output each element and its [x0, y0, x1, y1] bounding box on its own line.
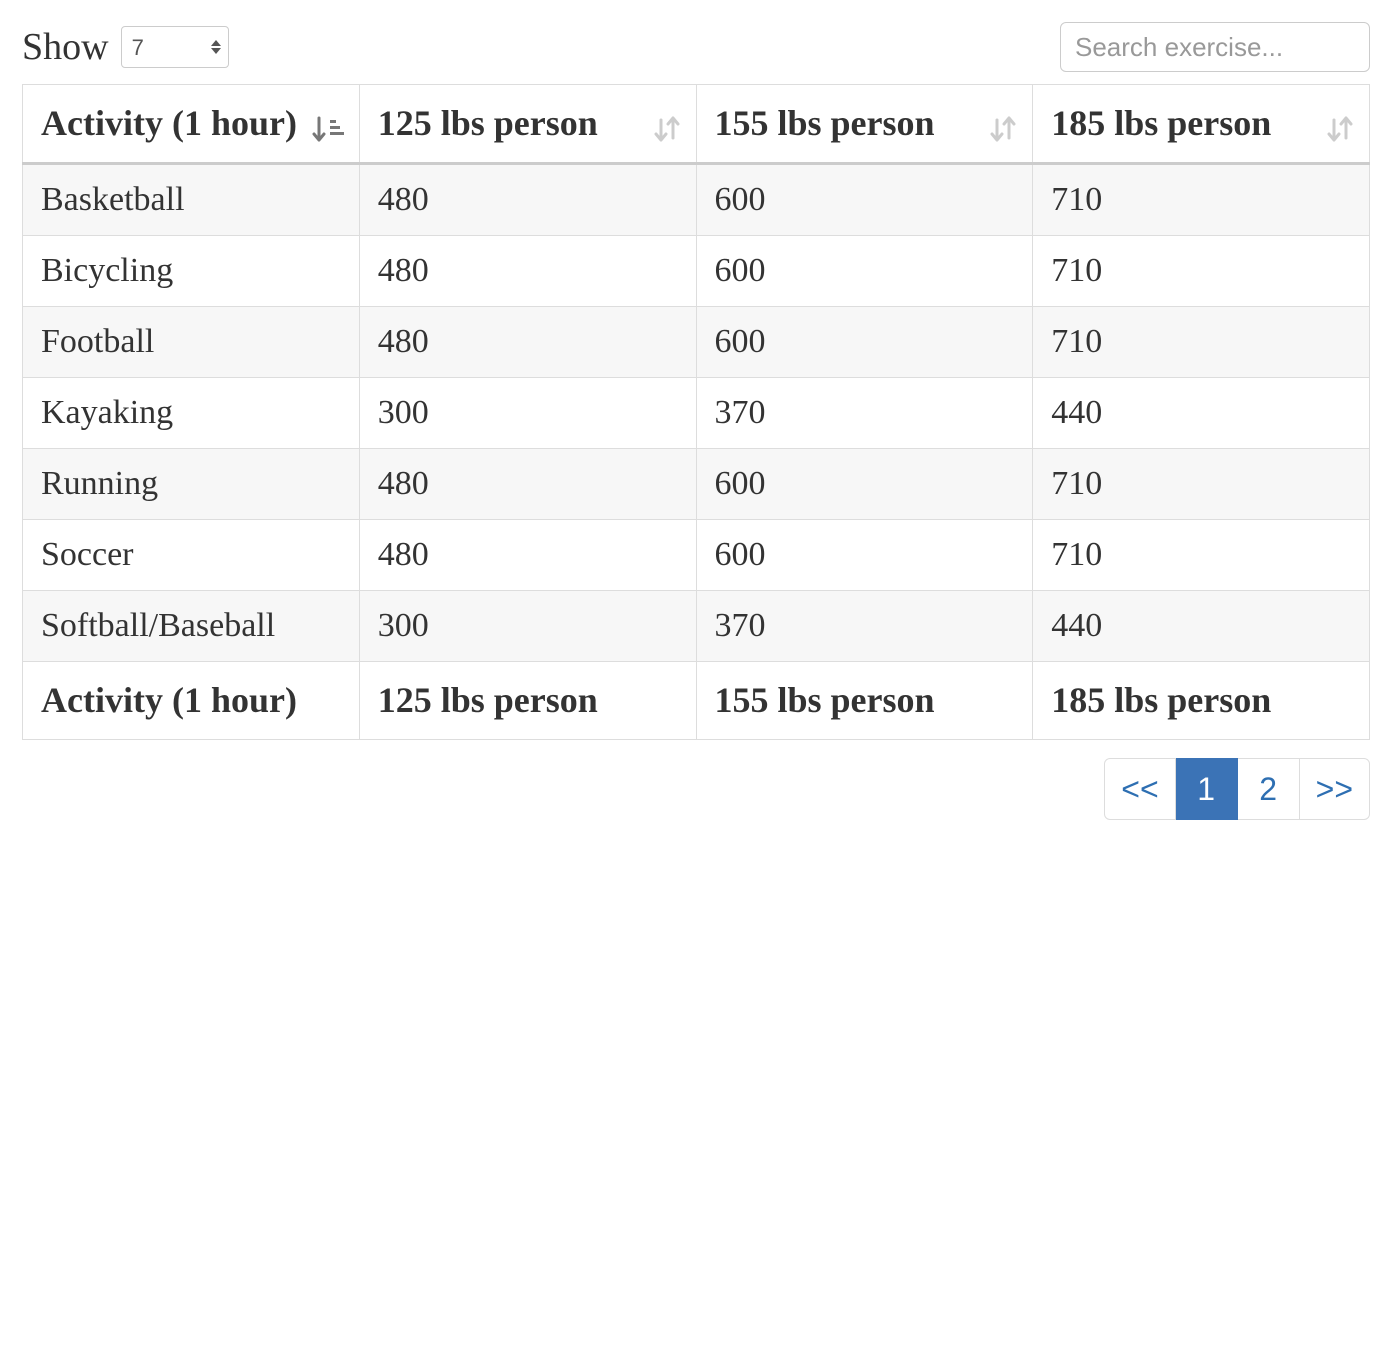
cell-w155: 600 [696, 236, 1033, 307]
header-label: Activity (1 hour) [41, 103, 297, 143]
cell-w185: 710 [1033, 520, 1370, 591]
cell-w155: 370 [696, 591, 1033, 662]
cell-w155: 600 [696, 449, 1033, 520]
cell-w125: 480 [359, 449, 696, 520]
cell-w185: 440 [1033, 378, 1370, 449]
cell-w125: 480 [359, 164, 696, 236]
pagination-next-button[interactable]: >> [1300, 758, 1370, 820]
cell-w125: 480 [359, 236, 696, 307]
header-activity[interactable]: Activity (1 hour) [23, 85, 360, 164]
cell-w155: 370 [696, 378, 1033, 449]
table-header-row: Activity (1 hour) 125 lbs person [23, 85, 1370, 164]
sort-icon [650, 114, 684, 144]
cell-w185: 710 [1033, 164, 1370, 236]
page-size-select[interactable]: 7 [121, 26, 229, 68]
cell-activity: Running [23, 449, 360, 520]
cell-w155: 600 [696, 307, 1033, 378]
table-row: Bicycling480600710 [23, 236, 1370, 307]
pagination-page-1[interactable]: 1 [1176, 758, 1238, 820]
footer-activity: Activity (1 hour) [23, 662, 360, 740]
page-size-select-wrap: 7 [121, 26, 229, 69]
cell-activity: Football [23, 307, 360, 378]
table-row: Soccer480600710 [23, 520, 1370, 591]
footer-125: 125 lbs person [359, 662, 696, 740]
cell-w125: 300 [359, 591, 696, 662]
header-label: 185 lbs person [1051, 103, 1271, 143]
cell-w125: 480 [359, 307, 696, 378]
table-row: Basketball480600710 [23, 164, 1370, 236]
cell-activity: Soccer [23, 520, 360, 591]
pagination: <<12>> [22, 758, 1370, 820]
cell-activity: Softball/Baseball [23, 591, 360, 662]
cell-w155: 600 [696, 520, 1033, 591]
table-controls: Show 7 [22, 22, 1370, 72]
search-input[interactable] [1060, 22, 1370, 72]
table-footer-row: Activity (1 hour) 125 lbs person 155 lbs… [23, 662, 1370, 740]
cell-w185: 710 [1033, 236, 1370, 307]
cell-w185: 710 [1033, 449, 1370, 520]
cell-w125: 480 [359, 520, 696, 591]
show-label: Show [22, 25, 109, 69]
footer-155: 155 lbs person [696, 662, 1033, 740]
header-185[interactable]: 185 lbs person [1033, 85, 1370, 164]
footer-185: 185 lbs person [1033, 662, 1370, 740]
cell-w125: 300 [359, 378, 696, 449]
table-body: Basketball480600710Bicycling480600710Foo… [23, 164, 1370, 662]
table-row: Kayaking300370440 [23, 378, 1370, 449]
cell-activity: Basketball [23, 164, 360, 236]
header-155[interactable]: 155 lbs person [696, 85, 1033, 164]
cell-activity: Bicycling [23, 236, 360, 307]
header-125[interactable]: 125 lbs person [359, 85, 696, 164]
header-label: 155 lbs person [715, 103, 935, 143]
cell-activity: Kayaking [23, 378, 360, 449]
sort-icon [986, 114, 1020, 144]
table-row: Football480600710 [23, 307, 1370, 378]
pagination-page-2[interactable]: 2 [1238, 758, 1300, 820]
sort-asc-active-icon [311, 114, 347, 144]
calories-table: Activity (1 hour) 125 lbs person [22, 84, 1370, 740]
cell-w185: 440 [1033, 591, 1370, 662]
sort-icon [1323, 114, 1357, 144]
header-label: 125 lbs person [378, 103, 598, 143]
show-control: Show 7 [22, 25, 229, 69]
cell-w185: 710 [1033, 307, 1370, 378]
table-row: Softball/Baseball300370440 [23, 591, 1370, 662]
cell-w155: 600 [696, 164, 1033, 236]
table-row: Running480600710 [23, 449, 1370, 520]
pagination-prev-button[interactable]: << [1104, 758, 1175, 820]
